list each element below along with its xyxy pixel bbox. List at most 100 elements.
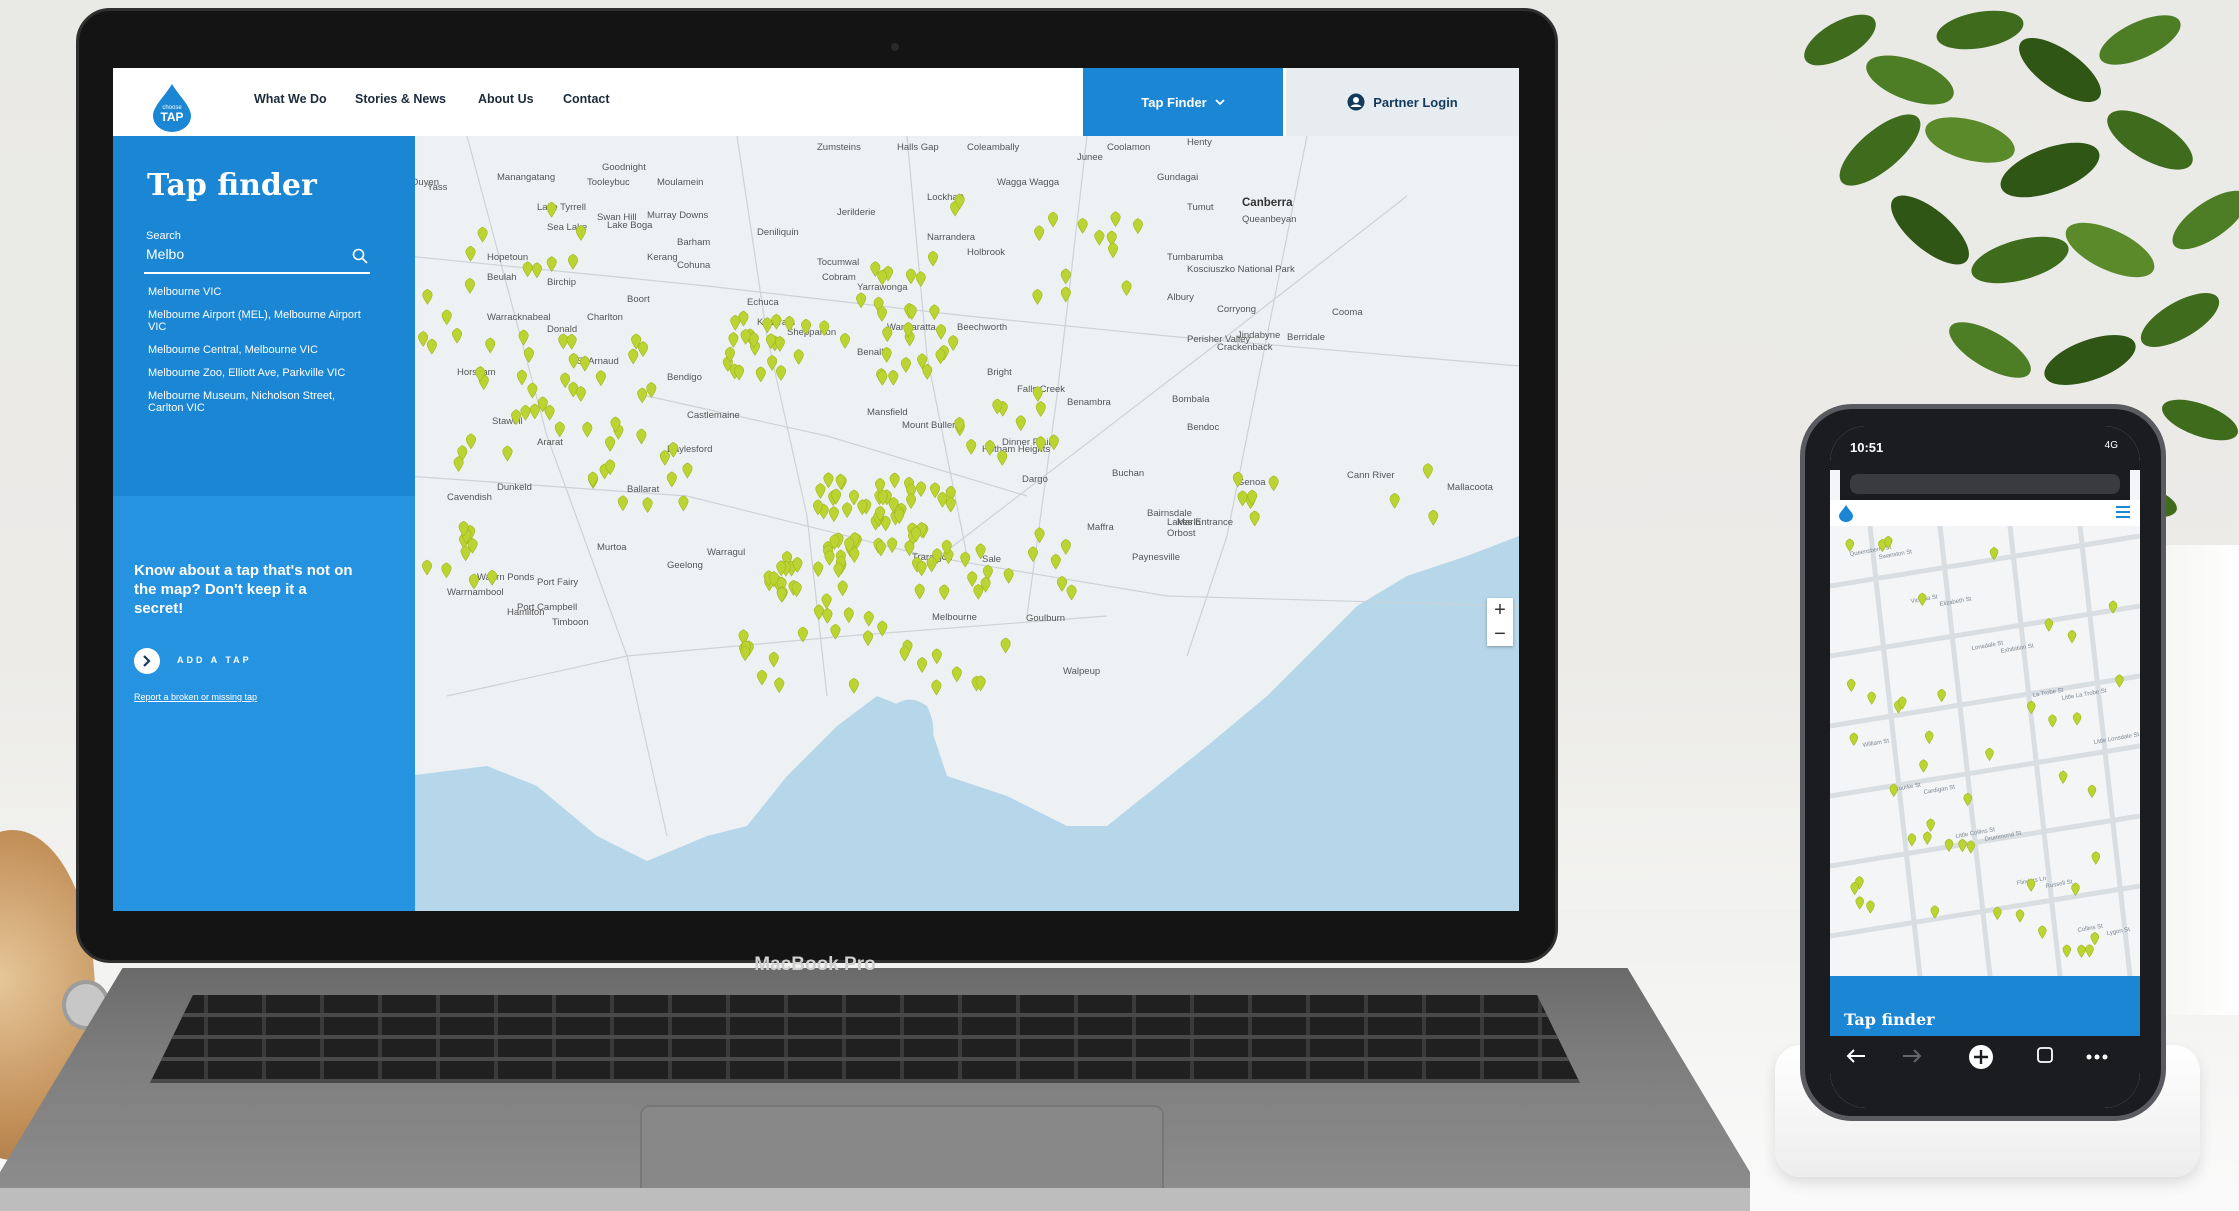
map-place-label: Hopetoun bbox=[487, 252, 528, 263]
map-place-label: Kosciuszko National Park bbox=[1187, 264, 1295, 275]
phone-page-title: Tap finder bbox=[1844, 1010, 1935, 1029]
add-tap-button[interactable] bbox=[134, 648, 160, 674]
laptop-brand-label: MacBook Pro bbox=[754, 954, 876, 975]
map-place-label: Crackenback bbox=[1217, 342, 1273, 353]
phone-address-field[interactable] bbox=[1850, 474, 2120, 494]
map-place-label: Gundagai bbox=[1157, 172, 1198, 183]
map-place-label: Warracknabeal bbox=[487, 312, 551, 323]
map-place-label: Cavendish bbox=[447, 492, 492, 503]
map-place-label: Narrandera bbox=[927, 232, 976, 243]
phone-screen: 10:51 4G Queensberry StVictoria StLonsda… bbox=[1830, 426, 2140, 1108]
phone-map-canvas[interactable]: Queensberry StVictoria StLonsdale StLa T… bbox=[1830, 526, 2140, 976]
nav-what-we-do[interactable]: What We Do bbox=[254, 92, 327, 106]
map-place-label: Donald bbox=[547, 324, 577, 335]
map-place-label: Port Fairy bbox=[537, 577, 578, 588]
nav-stories-news[interactable]: Stories & News bbox=[355, 92, 446, 106]
map-place-label: Boort bbox=[627, 294, 650, 305]
keyboard bbox=[150, 995, 1580, 1083]
laptop-screen: choose TAP What We Do Stories & News Abo… bbox=[113, 68, 1519, 911]
phone-url-bar bbox=[1840, 470, 2130, 500]
zoom-out-button[interactable]: − bbox=[1487, 622, 1513, 646]
chevron-right-icon bbox=[143, 655, 151, 667]
search-input[interactable] bbox=[144, 242, 338, 266]
map-place-label: Ballarat bbox=[627, 484, 660, 495]
chevron-down-icon bbox=[1215, 99, 1225, 106]
search-label: Search bbox=[146, 230, 181, 242]
map-place-label: Jindabyne bbox=[1237, 330, 1280, 341]
map-place-label: Timboon bbox=[552, 617, 589, 628]
suggestion-item[interactable]: Melbourne Central, Melbourne VIC bbox=[148, 344, 368, 356]
trackpad bbox=[640, 1105, 1164, 1201]
map-place-label: Dunkeld bbox=[497, 482, 532, 493]
back-arrow-icon[interactable] bbox=[1846, 1048, 1866, 1064]
map-place-label: Dargo bbox=[1022, 474, 1048, 485]
logo-text-bottom: TAP bbox=[160, 110, 183, 124]
map-place-label: Tooleybuc bbox=[587, 177, 630, 188]
map-place-label: Corryong bbox=[1217, 304, 1256, 315]
suggestion-item[interactable]: Melbourne VIC bbox=[148, 286, 368, 298]
search-field bbox=[144, 242, 370, 274]
map-place-label: Shepparton bbox=[787, 327, 836, 338]
map-place-label: Coolamon bbox=[1107, 142, 1150, 153]
map-place-label: Queanbeyan bbox=[1242, 214, 1296, 225]
page-title: Tap finder bbox=[147, 168, 317, 203]
user-icon bbox=[1347, 93, 1365, 111]
tabs-icon[interactable] bbox=[2036, 1046, 2054, 1064]
map-place-label: Deniliquin bbox=[757, 227, 799, 238]
map-place-label: Orbost bbox=[1167, 528, 1196, 539]
map-place-label: Buchan bbox=[1112, 468, 1144, 479]
menu-icon[interactable] bbox=[2116, 506, 2130, 518]
more-options-icon[interactable] bbox=[2086, 1054, 2108, 1060]
map-canvas[interactable]: GoodnightTooleybuc MoulameinOuyen Manangat… bbox=[407, 136, 1519, 911]
map-place-label: Marlo bbox=[1177, 517, 1201, 528]
nav-about-us[interactable]: About Us bbox=[478, 92, 534, 106]
map-place-label: Moulamein bbox=[657, 177, 703, 188]
map-place-label: Lake Boga bbox=[607, 220, 653, 231]
zoom-in-button[interactable]: + bbox=[1487, 598, 1513, 622]
report-tap-link[interactable]: Report a broken or missing tap bbox=[134, 692, 257, 702]
nav-tap-finder[interactable]: Tap Finder bbox=[1083, 68, 1283, 136]
map-place-label: Berridale bbox=[1287, 332, 1325, 343]
nav-tap-finder-label: Tap Finder bbox=[1141, 94, 1207, 110]
map-place-label: Henty bbox=[1187, 137, 1212, 148]
sidebar-lower-section bbox=[113, 496, 415, 911]
map-place-label: Sale bbox=[982, 554, 1001, 565]
map-place-label: Tocumwal bbox=[817, 257, 859, 268]
nav-contact[interactable]: Contact bbox=[563, 92, 610, 106]
map-place-label: Bright bbox=[987, 367, 1012, 378]
suggestion-item[interactable]: Melbourne Airport (MEL), Melbourne Airpo… bbox=[148, 309, 368, 333]
nav-partner-login[interactable]: Partner Login bbox=[1286, 68, 1519, 136]
map-place-label: Mallacoota bbox=[1447, 482, 1494, 493]
nav-partner-login-label: Partner Login bbox=[1373, 94, 1458, 110]
choose-tap-logo-icon[interactable] bbox=[1838, 504, 1854, 522]
map-place-label: Coleambally bbox=[967, 142, 1020, 153]
map-place-label: Warragul bbox=[707, 547, 745, 558]
map-place-label: Mansfield bbox=[867, 407, 908, 418]
map-place-label: Bombala bbox=[1172, 394, 1210, 405]
map-place-label: Waurn Ponds bbox=[477, 572, 534, 583]
suggestion-item[interactable]: Melbourne Museum, Nicholson Street, Carl… bbox=[148, 390, 368, 414]
map-place-label: Zumsteins bbox=[817, 142, 861, 153]
search-icon[interactable] bbox=[352, 248, 368, 264]
missing-tap-prompt: Know about a tap that's not on the map? … bbox=[134, 562, 353, 617]
map-place-label: Warrnambool bbox=[447, 587, 504, 598]
forward-arrow-icon[interactable] bbox=[1902, 1048, 1922, 1064]
laptop-front-edge bbox=[0, 1188, 1750, 1211]
map-place-label: Canberra bbox=[1242, 197, 1293, 209]
map-place-label: Goulburn bbox=[1026, 613, 1065, 624]
suggestion-item[interactable]: Melbourne Zoo, Elliott Ave, Parkville VI… bbox=[148, 367, 368, 379]
map-place-label: Beulah bbox=[487, 272, 517, 283]
map-place-label: Halls Gap bbox=[897, 142, 939, 153]
map-place-label: Murray Downs bbox=[647, 210, 708, 221]
map-place-label: Albury bbox=[1167, 292, 1194, 303]
map-place-label: Barham bbox=[677, 237, 710, 248]
map-place-label: Paynesville bbox=[1132, 552, 1180, 563]
map-place-label: Bendoc bbox=[1187, 422, 1219, 433]
map-place-label: Beechworth bbox=[957, 322, 1007, 333]
add-tap-label[interactable]: ADD A TAP bbox=[177, 655, 252, 665]
sidebar-panel: Tap finder Search Melbourne VIC Melbourn… bbox=[113, 136, 415, 911]
new-tab-icon[interactable] bbox=[1968, 1044, 1994, 1070]
phone-site-nav bbox=[1830, 500, 2140, 526]
search-suggestions: Melbourne VIC Melbourne Airport (MEL), M… bbox=[148, 286, 368, 425]
choose-tap-logo-icon[interactable]: choose TAP bbox=[149, 82, 195, 132]
